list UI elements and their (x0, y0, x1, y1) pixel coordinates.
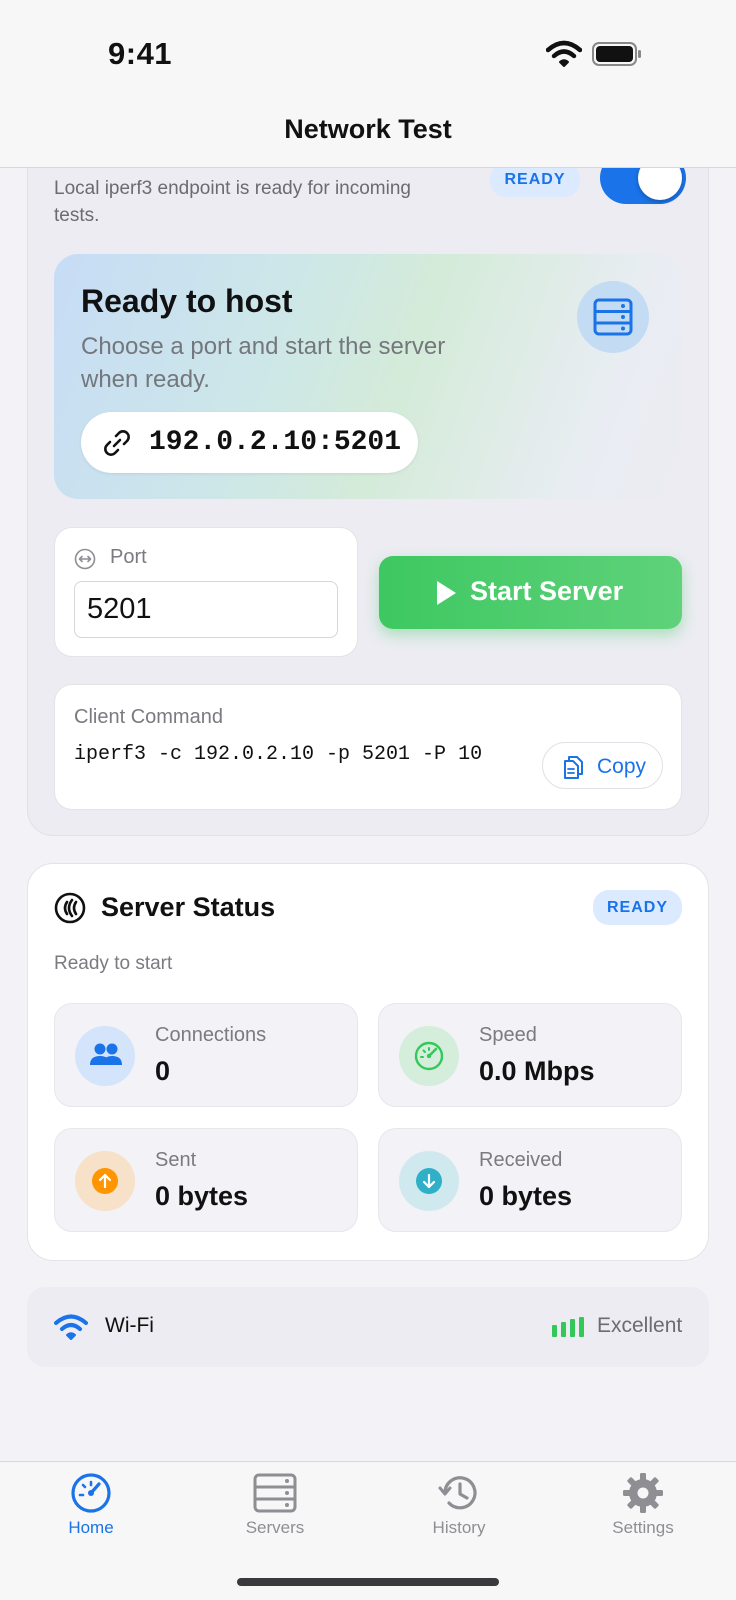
metric-label: Connections (155, 1024, 267, 1046)
server-rack-icon (577, 281, 649, 353)
tab-label: History (432, 1518, 486, 1537)
metric-sent: Sent 0 bytes (54, 1128, 358, 1232)
client-command-label: Client Command (74, 706, 223, 728)
speedometer-icon (399, 1026, 459, 1086)
gauge-icon (71, 1473, 111, 1513)
arrow-up-icon (75, 1151, 135, 1211)
host-subtitle: Choose a port and start the server when … (81, 333, 446, 393)
tab-settings[interactable]: Settings (578, 1472, 708, 1562)
metric-value: 0 bytes (155, 1181, 249, 1211)
metric-label: Sent (155, 1149, 197, 1171)
copy-icon (564, 756, 583, 779)
metric-connections: Connections 0 (54, 1003, 358, 1107)
history-icon (438, 1476, 477, 1510)
tab-label: Settings (612, 1518, 674, 1537)
metric-value: 0.0 Mbps (479, 1056, 595, 1086)
copy-label: Copy (597, 755, 647, 778)
tab-label: Home (68, 1518, 114, 1537)
broadcast-icon (54, 892, 86, 924)
metric-value: 0 (155, 1056, 171, 1086)
client-command-text[interactable]: iperf3 -c 192.0.2.10 -p 5201 -P 10 (74, 743, 482, 766)
start-server-label: Start Server (470, 576, 624, 606)
metric-value: 0 bytes (479, 1181, 573, 1211)
home-indicator (237, 1578, 499, 1586)
signal-bars-icon (552, 1317, 584, 1337)
gear-icon (623, 1473, 663, 1513)
tab-label: Servers (245, 1518, 305, 1537)
wifi-status-icon (546, 40, 582, 67)
copy-button[interactable]: Copy (542, 742, 663, 789)
network-quality: Excellent (597, 1314, 683, 1337)
start-server-button[interactable]: Start Server (379, 556, 682, 629)
arrow-down-icon (399, 1151, 459, 1211)
server-status-title: Server Status (101, 892, 276, 922)
server-status-subtitle: Ready to start (54, 953, 173, 974)
wifi-icon (54, 1314, 88, 1340)
status-time: 9:41 (108, 36, 173, 71)
tab-home[interactable]: Home (26, 1472, 156, 1562)
server-icon (253, 1473, 297, 1513)
server-status-badge: READY (593, 890, 682, 925)
metric-speed: Speed 0.0 Mbps (378, 1003, 682, 1107)
battery-icon (592, 42, 641, 66)
metric-label: Speed (479, 1024, 537, 1046)
port-input[interactable] (74, 581, 338, 638)
tab-history[interactable]: History (394, 1472, 524, 1562)
port-label: Port (110, 546, 147, 568)
network-type: Wi-Fi (105, 1314, 154, 1337)
server-address-pill[interactable]: 192.0.2.10:5201 (81, 412, 418, 473)
play-icon (437, 581, 456, 605)
tab-servers[interactable]: Servers (210, 1472, 340, 1562)
metric-label: Received (479, 1149, 563, 1171)
status-badge: READY (490, 163, 580, 197)
server-panel-subtitle: Local iperf3 endpoint is ready for incom… (54, 178, 411, 226)
metric-received: Received 0 bytes (378, 1128, 682, 1232)
port-arrows-icon (74, 548, 96, 570)
network-status-row: Wi-Fi Excellent (27, 1287, 709, 1367)
link-icon (104, 430, 130, 456)
page-title: Network Test (284, 114, 452, 144)
server-address: 192.0.2.10:5201 (149, 427, 402, 458)
users-icon (75, 1026, 135, 1086)
host-title: Ready to host (81, 283, 293, 319)
